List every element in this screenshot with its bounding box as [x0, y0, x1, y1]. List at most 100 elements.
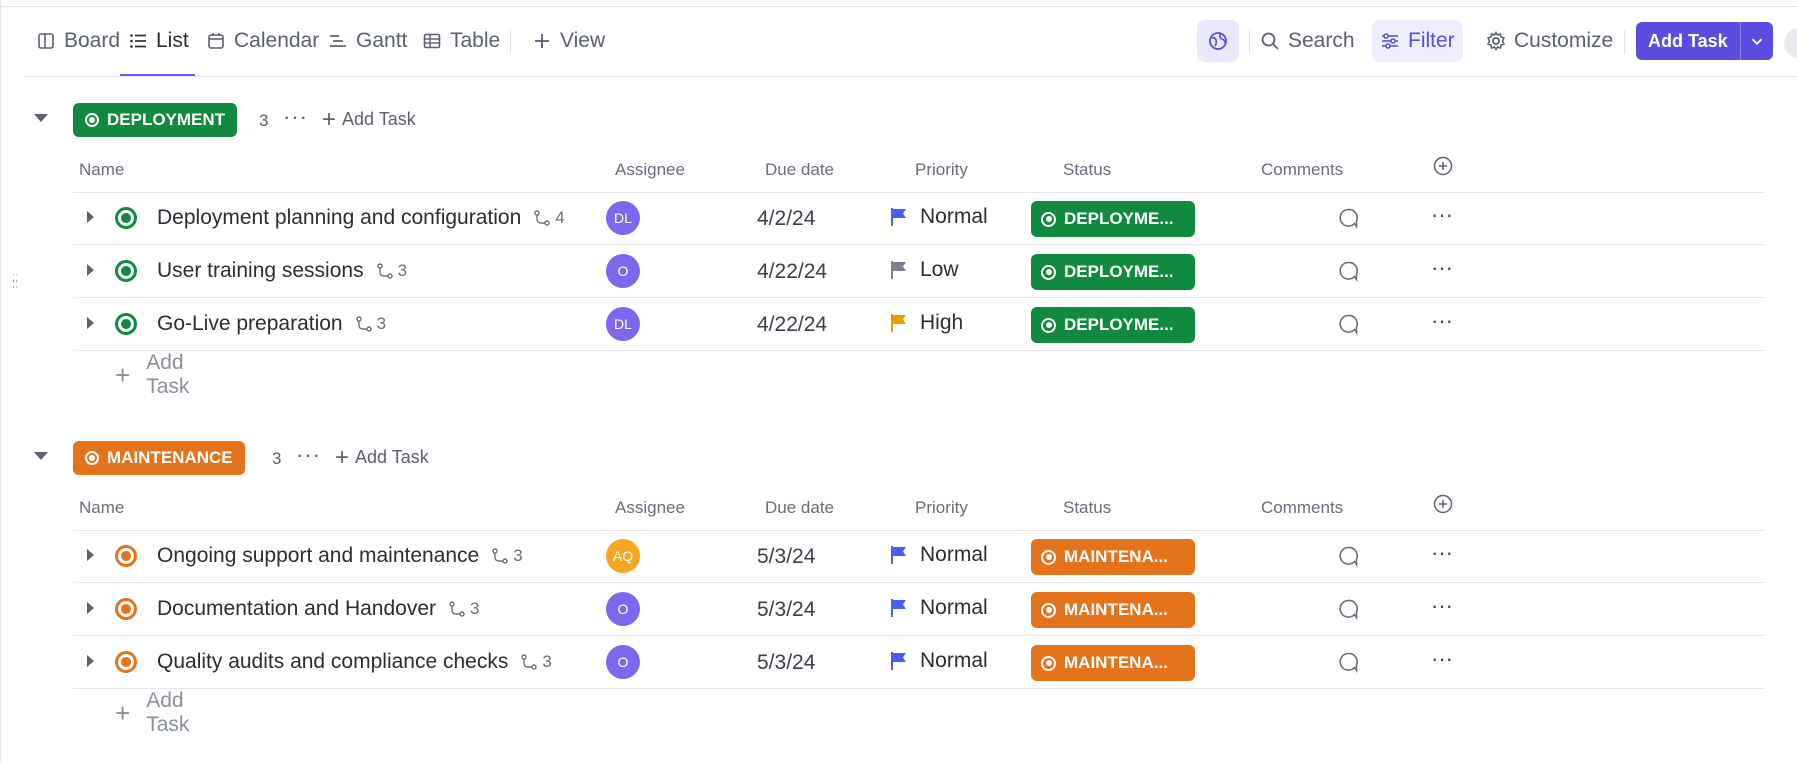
task-row[interactable]: Go-Live preparation 3 DL 4/22/24 High DE…	[73, 298, 1765, 351]
tab-calendar[interactable]: Calendar	[206, 6, 319, 76]
share-globe-button[interactable]	[1197, 20, 1239, 62]
comment-icon[interactable]	[1337, 545, 1359, 567]
task-row[interactable]: Deployment planning and configuration 4 …	[73, 192, 1765, 245]
priority[interactable]: Normal	[890, 649, 988, 673]
subtask-count[interactable]: 3	[491, 546, 523, 566]
priority[interactable]: High	[890, 311, 963, 335]
task-status-icon[interactable]	[115, 260, 137, 282]
task-status-icon[interactable]	[115, 651, 137, 673]
column-status[interactable]: Status	[1063, 160, 1111, 180]
task-name[interactable]: Deployment planning and configuration 4	[157, 206, 565, 230]
customize-button[interactable]: Customize	[1478, 20, 1621, 62]
avatar[interactable]: O	[606, 592, 640, 626]
subtask-count[interactable]: 3	[355, 314, 386, 334]
task-name[interactable]: Ongoing support and maintenance 3	[157, 544, 523, 568]
priority[interactable]: Low	[890, 258, 959, 282]
tab-board[interactable]: Board	[36, 6, 120, 76]
search-button[interactable]: Search	[1252, 20, 1363, 62]
more-icon[interactable]: ···	[1431, 255, 1453, 281]
more-icon[interactable]: ···	[1431, 308, 1453, 334]
task-status-icon[interactable]	[115, 545, 137, 567]
task-name[interactable]: Documentation and Handover 3	[157, 597, 479, 621]
drag-handle-icon[interactable]: ⁚⁚ ⁚⁚	[12, 274, 22, 295]
column-priority[interactable]: Priority	[915, 160, 968, 180]
column-comments[interactable]: Comments	[1261, 498, 1343, 518]
expand-subtasks-toggle[interactable]	[87, 655, 94, 667]
filter-button[interactable]: Filter	[1372, 20, 1463, 62]
due-date[interactable]: 4/2/24	[757, 207, 815, 231]
tab-table[interactable]: Table	[422, 6, 500, 76]
priority[interactable]: Normal	[890, 543, 988, 567]
group-add-task-button[interactable]: + Add Task	[335, 445, 429, 469]
comment-icon[interactable]	[1337, 207, 1359, 229]
more-icon[interactable]: ···	[1431, 646, 1453, 672]
due-date[interactable]: 5/3/24	[757, 598, 815, 622]
task-name[interactable]: Quality audits and compliance checks 3	[157, 650, 552, 674]
add-task-row[interactable]: + Add Task	[115, 689, 189, 736]
more-icon[interactable]: ···	[1431, 540, 1453, 566]
status-badge[interactable]: DEPLOYME...	[1031, 254, 1195, 290]
tab-list[interactable]: List	[120, 6, 195, 76]
expand-subtasks-toggle[interactable]	[87, 264, 94, 276]
task-row[interactable]: User training sessions 3 O 4/22/24 Low D…	[73, 245, 1765, 298]
more-icon[interactable]: ···	[296, 442, 321, 468]
status-badge[interactable]: MAINTENA...	[1031, 592, 1195, 628]
more-icon[interactable]: ···	[283, 104, 308, 130]
column-comments[interactable]: Comments	[1261, 160, 1343, 180]
task-name[interactable]: Go-Live preparation 3	[157, 312, 386, 336]
add-column-icon[interactable]	[1433, 494, 1453, 514]
task-row[interactable]: Quality audits and compliance checks 3 O…	[73, 636, 1765, 689]
collapse-group-toggle[interactable]	[34, 114, 48, 122]
avatar[interactable]: O	[606, 645, 640, 679]
task-row[interactable]: Ongoing support and maintenance 3 AQ 5/3…	[73, 530, 1765, 583]
status-badge[interactable]: DEPLOYME...	[1031, 307, 1195, 343]
due-date[interactable]: 4/22/24	[757, 313, 827, 337]
avatar[interactable]: O	[606, 254, 640, 288]
column-due-date[interactable]: Due date	[765, 498, 834, 518]
expand-subtasks-toggle[interactable]	[87, 317, 94, 329]
add-task-button[interactable]: Add Task	[1636, 22, 1741, 60]
avatar[interactable]: DL	[606, 307, 640, 341]
avatar[interactable]: AQ	[606, 539, 640, 573]
expand-subtasks-toggle[interactable]	[87, 549, 94, 561]
task-row[interactable]: Documentation and Handover 3 O 5/3/24 No…	[73, 583, 1765, 636]
group-status-badge[interactable]: MAINTENANCE	[73, 441, 245, 475]
add-column-icon[interactable]	[1433, 156, 1453, 176]
column-name[interactable]: Name	[79, 160, 124, 180]
status-badge[interactable]: DEPLOYME...	[1031, 201, 1195, 237]
collapse-group-toggle[interactable]	[34, 452, 48, 460]
column-status[interactable]: Status	[1063, 498, 1111, 518]
due-date[interactable]: 5/3/24	[757, 545, 815, 569]
due-date[interactable]: 5/3/24	[757, 651, 815, 675]
subtask-count[interactable]: 3	[520, 652, 552, 672]
comment-icon[interactable]	[1337, 651, 1359, 673]
subtask-count[interactable]: 4	[533, 208, 565, 228]
add-task-row[interactable]: + Add Task	[115, 351, 189, 398]
task-status-icon[interactable]	[115, 313, 137, 335]
group-status-badge[interactable]: DEPLOYMENT	[73, 103, 238, 137]
comment-icon[interactable]	[1337, 313, 1359, 335]
expand-subtasks-toggle[interactable]	[87, 211, 94, 223]
status-badge[interactable]: MAINTENA...	[1031, 645, 1195, 681]
task-status-icon[interactable]	[115, 207, 137, 229]
subtask-count[interactable]: 3	[448, 599, 479, 619]
more-options-button[interactable]	[1784, 28, 1797, 58]
add-task-dropdown[interactable]	[1741, 22, 1773, 60]
column-assignee[interactable]: Assignee	[615, 160, 685, 180]
add-view-button[interactable]: View	[532, 6, 605, 76]
priority[interactable]: Normal	[890, 205, 988, 229]
group-add-task-button[interactable]: + Add Task	[322, 107, 416, 131]
column-due-date[interactable]: Due date	[765, 160, 834, 180]
task-status-icon[interactable]	[115, 598, 137, 620]
more-icon[interactable]: ···	[1431, 202, 1453, 228]
comment-icon[interactable]	[1337, 598, 1359, 620]
column-assignee[interactable]: Assignee	[615, 498, 685, 518]
task-name[interactable]: User training sessions 3	[157, 259, 407, 283]
expand-subtasks-toggle[interactable]	[87, 602, 94, 614]
more-icon[interactable]: ···	[1431, 593, 1453, 619]
tab-gantt[interactable]: Gantt	[328, 6, 407, 76]
status-badge[interactable]: MAINTENA...	[1031, 539, 1195, 575]
column-name[interactable]: Name	[79, 498, 124, 518]
subtask-count[interactable]: 3	[376, 261, 407, 281]
priority[interactable]: Normal	[890, 596, 988, 620]
